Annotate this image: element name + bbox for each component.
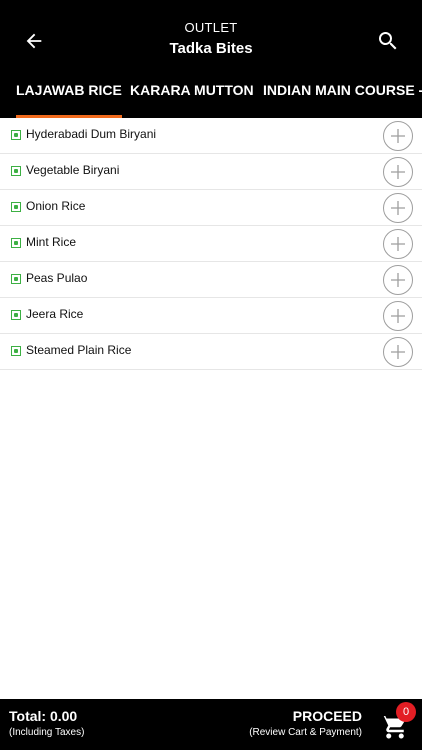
search-icon: [379, 32, 397, 50]
outlet-name: Tadka Bites: [169, 40, 253, 57]
menu-item-name: Hyderabadi Dum Biryani: [26, 127, 157, 141]
veg-icon: [11, 130, 21, 140]
back-button[interactable]: [14, 24, 54, 58]
menu-item-name: Peas Pulao: [26, 271, 88, 285]
veg-icon: [11, 310, 21, 320]
add-item-button[interactable]: [383, 265, 413, 295]
menu-item-name: Steamed Plain Rice: [26, 343, 132, 357]
add-item-button[interactable]: [383, 229, 413, 259]
add-item-button[interactable]: [383, 193, 413, 223]
menu-item: Mint Rice: [0, 226, 422, 262]
plus-icon: [391, 273, 405, 287]
proceed-note: (Review Cart & Payment): [249, 727, 362, 738]
plus-icon: [391, 129, 405, 143]
menu-item-list: Hyderabadi Dum Biryani Vegetable Biryani…: [0, 118, 422, 370]
plus-icon: [391, 309, 405, 323]
veg-icon: [11, 166, 21, 176]
app-header: OUTLET Tadka Bites LAJAWAB RICE KARARA M…: [0, 0, 422, 118]
total-note: (Including Taxes): [9, 727, 85, 738]
category-tabs: LAJAWAB RICE KARARA MUTTON INDIAN MAIN C…: [0, 72, 422, 118]
add-item-button[interactable]: [383, 157, 413, 187]
veg-icon: [11, 346, 21, 356]
tab-lajawab-rice[interactable]: LAJAWAB RICE: [16, 72, 122, 118]
menu-item-name: Jeera Rice: [26, 307, 84, 321]
plus-icon: [391, 165, 405, 179]
menu-item: Vegetable Biryani: [0, 154, 422, 190]
veg-icon: [11, 274, 21, 284]
cart-count-badge: 0: [396, 702, 416, 722]
arrow-left-icon: [26, 33, 42, 49]
veg-icon: [11, 238, 21, 248]
tab-label: KARARA MUTTON: [130, 82, 254, 98]
menu-item-name: Onion Rice: [26, 199, 86, 213]
menu-item: Hyderabadi Dum Biryani: [0, 118, 422, 154]
plus-icon: [391, 237, 405, 251]
tab-indian-main-course[interactable]: INDIAN MAIN COURSE - I: [263, 72, 422, 118]
tab-label: INDIAN MAIN COURSE - I: [263, 82, 422, 98]
cart-footer: Total: 0.00 (Including Taxes) PROCEED (R…: [0, 699, 422, 750]
menu-item: Peas Pulao: [0, 262, 422, 298]
veg-icon: [11, 202, 21, 212]
proceed-button[interactable]: PROCEED: [293, 708, 362, 724]
tab-karara-mutton[interactable]: KARARA MUTTON: [130, 72, 254, 118]
search-button[interactable]: [368, 24, 408, 58]
plus-icon: [391, 201, 405, 215]
total-amount: Total: 0.00: [9, 708, 78, 724]
menu-item: Onion Rice: [0, 190, 422, 226]
tab-label: LAJAWAB RICE: [16, 82, 122, 98]
header-title-block: OUTLET Tadka Bites: [80, 20, 342, 60]
menu-item: Jeera Rice: [0, 298, 422, 334]
add-item-button[interactable]: [383, 301, 413, 331]
header-subtitle: OUTLET: [184, 20, 238, 35]
menu-item-name: Mint Rice: [26, 235, 77, 249]
menu-item: Steamed Plain Rice: [0, 334, 422, 370]
add-item-button[interactable]: [383, 337, 413, 367]
plus-icon: [391, 345, 405, 359]
menu-item-name: Vegetable Biryani: [26, 163, 120, 177]
add-item-button[interactable]: [383, 121, 413, 151]
